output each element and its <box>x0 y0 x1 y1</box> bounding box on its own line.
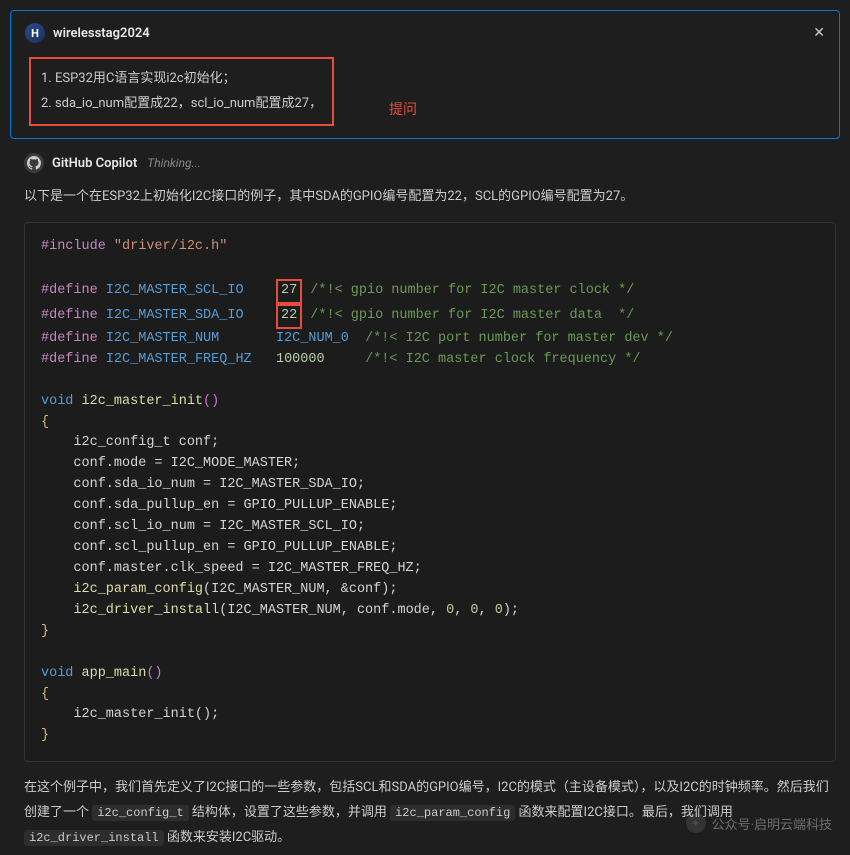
inline-code-param: i2c_param_config <box>390 805 515 821</box>
copilot-header: GitHub Copilot Thinking... <box>24 153 836 173</box>
annotation-label: 提问 <box>389 99 417 119</box>
watermark: ✦ 公众号·启明云端科技 <box>686 813 832 833</box>
code-block: #include "driver/i2c.h" #define I2C_MAST… <box>24 222 836 762</box>
prompt-line-1: 1. ESP32用C语言实现i2c初始化； <box>41 67 322 92</box>
response-intro: 以下是一个在ESP32上初始化I2C接口的例子，其中SDA的GPIO编号配置为2… <box>24 187 836 208</box>
user-header: H wirelesstag2024 <box>25 23 825 43</box>
watermark-text: 公众号·启明云端科技 <box>712 814 832 833</box>
inline-code-config: i2c_config_t <box>92 805 188 821</box>
copilot-status: Thinking... <box>147 156 201 170</box>
username: wirelesstag2024 <box>53 26 150 41</box>
copilot-name: GitHub Copilot <box>52 156 137 171</box>
copilot-response: GitHub Copilot Thinking... 以下是一个在ESP32上初… <box>24 153 836 762</box>
copilot-icon <box>24 153 44 173</box>
inline-code-install: i2c_driver_install <box>24 830 164 846</box>
prompt-line-2: 2. sda_io_num配置成22，scl_io_num配置成27， <box>41 92 322 117</box>
prompt-highlight-box: 1. ESP32用C语言实现i2c初始化； 2. sda_io_num配置成22… <box>29 57 334 126</box>
user-prompt-panel: H wirelesstag2024 ✕ 1. ESP32用C语言实现i2c初始化… <box>10 10 840 139</box>
wechat-icon: ✦ <box>686 813 706 833</box>
scl-value-highlight: 27 <box>276 279 302 304</box>
sda-value-highlight: 22 <box>276 304 302 329</box>
close-icon[interactable]: ✕ <box>813 25 825 41</box>
user-avatar: H <box>25 23 45 43</box>
